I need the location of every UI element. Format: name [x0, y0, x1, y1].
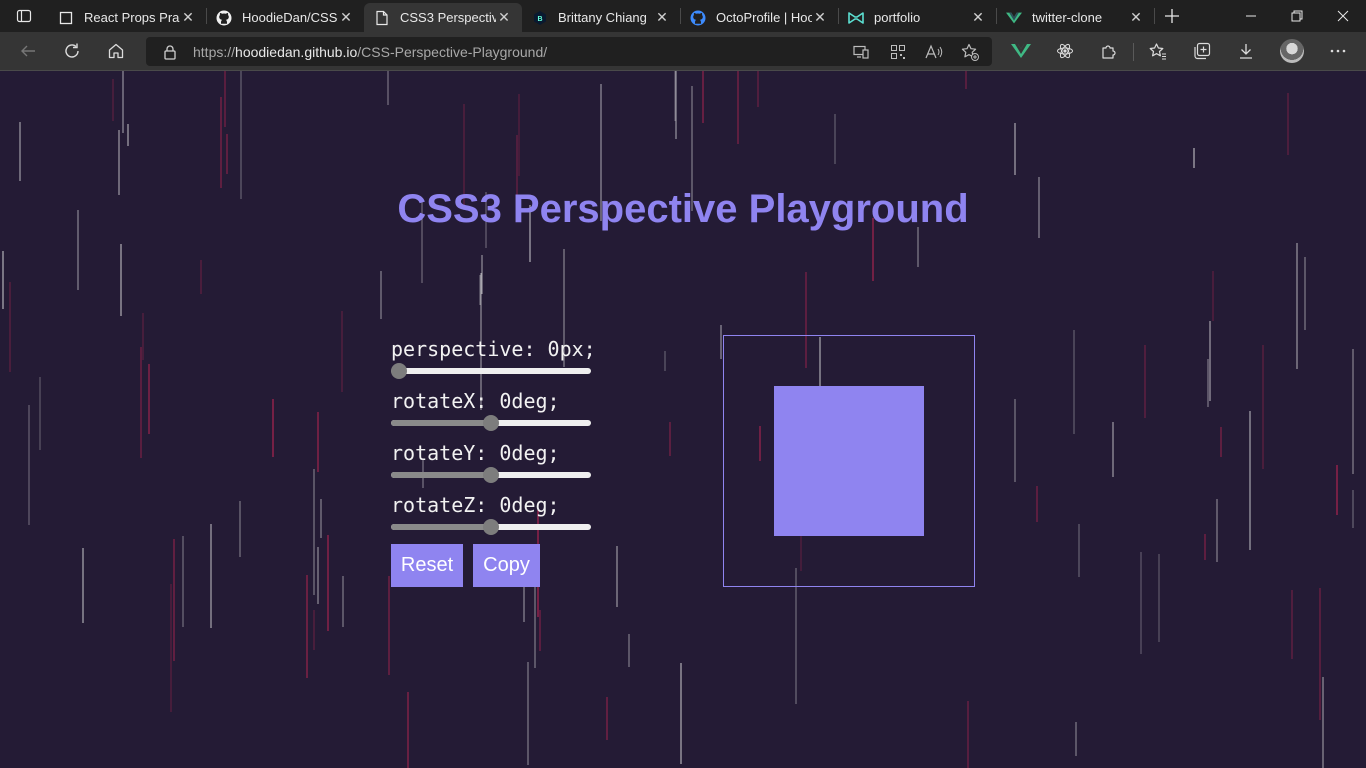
rotatey-label: rotateY: 0deg; [391, 441, 560, 465]
slider-thumb[interactable] [483, 415, 499, 431]
bowtie-icon [848, 10, 864, 26]
tab-title: OctoProfile | Hoo [716, 10, 812, 25]
home-button[interactable] [102, 38, 130, 64]
tab-separator [1154, 8, 1155, 24]
tab-title: Brittany Chiang [558, 10, 647, 25]
vuejs-devtools-icon[interactable] [1007, 38, 1035, 64]
page-title: CSS3 Perspective Playground [397, 187, 969, 231]
add-favorite-icon[interactable] [960, 42, 980, 62]
profile-avatar[interactable] [1280, 39, 1304, 63]
page-icon [374, 10, 390, 26]
vue-icon [1006, 10, 1022, 26]
slider-track [391, 368, 591, 374]
rotatez-control: rotateZ: 0deg; [391, 493, 601, 537]
url-scheme: https:// [193, 44, 236, 60]
tab-title: twitter-clone [1032, 10, 1103, 25]
tab-title: portfolio [874, 10, 921, 25]
tab-brittany-chiang[interactable]: B Brittany Chiang ✕ [522, 3, 680, 32]
minimize-button[interactable] [1228, 0, 1274, 32]
extensions-icon[interactable] [1095, 38, 1123, 64]
tab-portfolio[interactable]: portfolio ✕ [838, 3, 996, 32]
close-window-button[interactable] [1320, 0, 1366, 32]
slider-thumb[interactable] [391, 363, 407, 379]
favorites-icon[interactable] [1144, 38, 1172, 64]
tab-title: HoodieDan/CSS- [242, 10, 338, 25]
refresh-button[interactable] [58, 38, 86, 64]
rotatex-slider[interactable] [391, 415, 591, 431]
reset-button[interactable]: Reset [391, 544, 463, 587]
read-aloud-icon[interactable] [924, 42, 944, 62]
url-host: hoodiedan.github.io [235, 44, 358, 60]
close-tab-icon[interactable]: ✕ [812, 9, 828, 26]
rotatex-label: rotateX: 0deg; [391, 389, 560, 413]
close-tab-icon[interactable]: ✕ [654, 9, 670, 26]
downloads-icon[interactable] [1232, 38, 1260, 64]
tab-css3-perspective[interactable]: CSS3 Perspective ✕ [364, 3, 522, 32]
copy-button[interactable]: Copy [473, 544, 540, 587]
preview-box [774, 386, 924, 536]
rain-background [2, 71, 1354, 768]
tab-hoodiedan-css[interactable]: HoodieDan/CSS- ✕ [206, 3, 364, 32]
tab-strip: React Props Practi ✕ HoodieDan/CSS- ✕ CS… [0, 0, 1366, 32]
slider-fill [391, 524, 491, 530]
restore-button[interactable] [1274, 0, 1320, 32]
close-tab-icon[interactable]: ✕ [338, 9, 354, 26]
close-tab-icon[interactable]: ✕ [180, 9, 196, 26]
page-viewport: CSS3 Perspective Playground perspective:… [0, 71, 1366, 768]
close-tab-icon[interactable]: ✕ [1128, 9, 1144, 26]
slider-thumb[interactable] [483, 519, 499, 535]
preview-container [723, 335, 975, 587]
address-bar[interactable]: https://hoodiedan.github.io/CSS-Perspect… [146, 37, 992, 66]
qr-code-icon[interactable] [888, 42, 908, 62]
back-button[interactable] [14, 38, 42, 64]
rotatey-control: rotateY: 0deg; [391, 441, 601, 485]
close-tab-icon[interactable]: ✕ [970, 9, 986, 26]
perspective-label: perspective: 0px; [391, 337, 596, 361]
browser-toolbar: https://hoodiedan.github.io/CSS-Perspect… [0, 32, 1366, 71]
b-logo-icon: B [532, 10, 548, 26]
perspective-control: perspective: 0px; [391, 337, 601, 381]
slider-fill [391, 420, 491, 426]
page-icon [58, 10, 74, 26]
slider-thumb[interactable] [483, 467, 499, 483]
more-menu-icon[interactable] [1324, 38, 1352, 64]
tab-octoprofile[interactable]: OctoProfile | Hoo ✕ [680, 3, 838, 32]
svg-text:B: B [537, 16, 542, 23]
close-tab-icon[interactable]: ✕ [496, 9, 512, 26]
new-tab-button[interactable] [1160, 4, 1184, 28]
rotatez-label: rotateZ: 0deg; [391, 493, 560, 517]
tab-actions-icon[interactable] [8, 4, 40, 28]
app-available-icon[interactable] [851, 42, 871, 62]
perspective-slider[interactable] [391, 363, 591, 379]
rotatez-slider[interactable] [391, 519, 591, 535]
toolbar-separator [1133, 43, 1134, 61]
tab-twitter-clone[interactable]: twitter-clone ✕ [996, 3, 1154, 32]
github-icon [216, 10, 232, 26]
github-icon [690, 10, 706, 26]
url-path: /CSS-Perspective-Playground/ [357, 44, 548, 60]
tab-title: React Props Practi [84, 10, 180, 25]
rotatex-control: rotateX: 0deg; [391, 389, 601, 433]
url-text[interactable]: https://hoodiedan.github.io/CSS-Perspect… [193, 44, 547, 60]
tab-title: CSS3 Perspective [400, 10, 496, 25]
lock-icon[interactable] [163, 44, 177, 65]
react-devtools-icon[interactable] [1051, 38, 1079, 64]
tab-react-props[interactable]: React Props Practi ✕ [48, 3, 206, 32]
collections-icon[interactable] [1188, 38, 1216, 64]
slider-fill [391, 472, 491, 478]
rotatey-slider[interactable] [391, 467, 591, 483]
